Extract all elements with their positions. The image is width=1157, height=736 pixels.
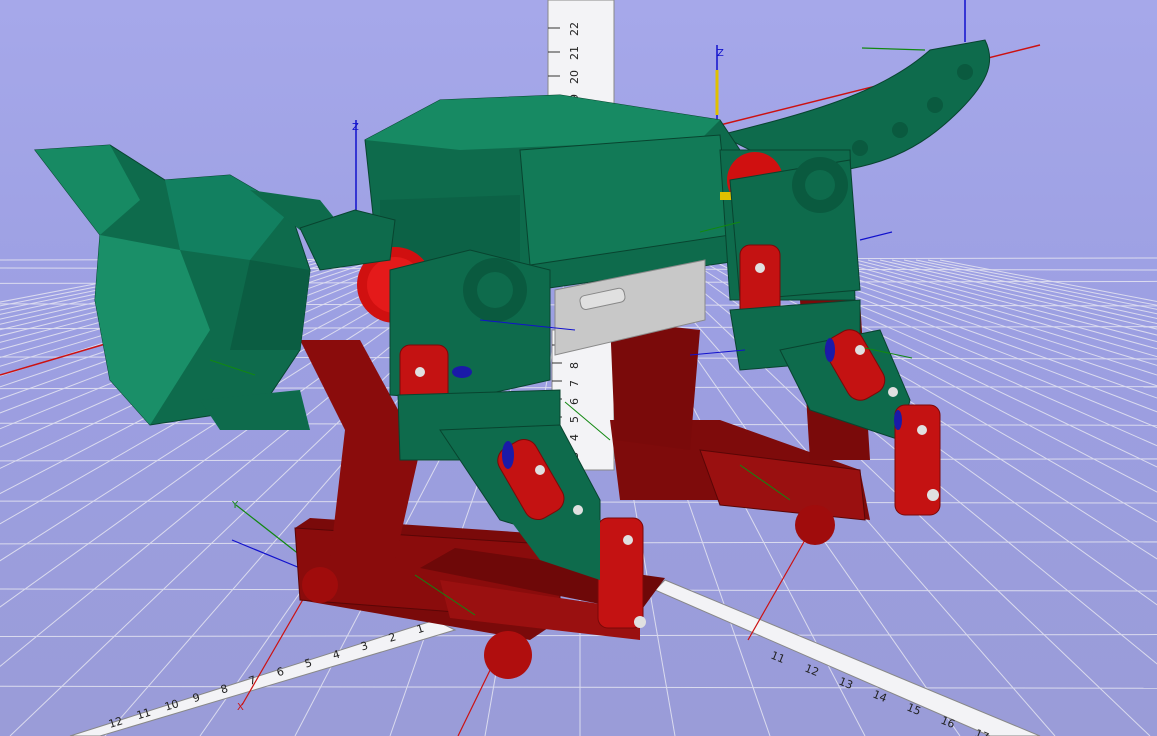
axis-y-label: Y — [231, 500, 239, 511]
ruler-tick-label: 20 — [568, 70, 581, 84]
grid-line — [0, 685, 1157, 689]
grid-line — [0, 634, 1157, 638]
horizontal-ruler-left: 121110 987654321 — [69, 619, 457, 736]
ruler-tick-label: 13 — [837, 675, 855, 692]
ruler-tick-label: 6 — [568, 398, 581, 405]
grid-line — [915, 259, 1157, 310]
3d-viewport[interactable]: 22212019 9876543 121110987654321 1112131… — [0, 0, 1157, 736]
axis-x-label: X — [237, 702, 244, 713]
scene-canvas[interactable]: 22212019 9876543 121110987654321 1112131… — [0, 0, 1157, 736]
grid-line — [927, 259, 1157, 306]
axis-z-label: Z — [717, 48, 724, 59]
ruler-tick-label: 5 — [568, 416, 581, 423]
ruler-tick-label: 8 — [568, 362, 581, 369]
axis-z-label-2: Z — [352, 122, 359, 133]
horizontal-ruler-right: 11121314151617 — [654, 579, 1041, 736]
ruler-tick-label: 22 — [568, 22, 581, 36]
ruler-tick-label: 21 — [568, 46, 581, 60]
grid-line — [843, 259, 1157, 343]
ruler-tick-label: 11 — [769, 649, 787, 666]
ruler-tick-label: 4 — [568, 434, 581, 441]
ruler-tick-label: 12 — [803, 662, 821, 679]
ruler-tick-label: 7 — [568, 380, 581, 387]
